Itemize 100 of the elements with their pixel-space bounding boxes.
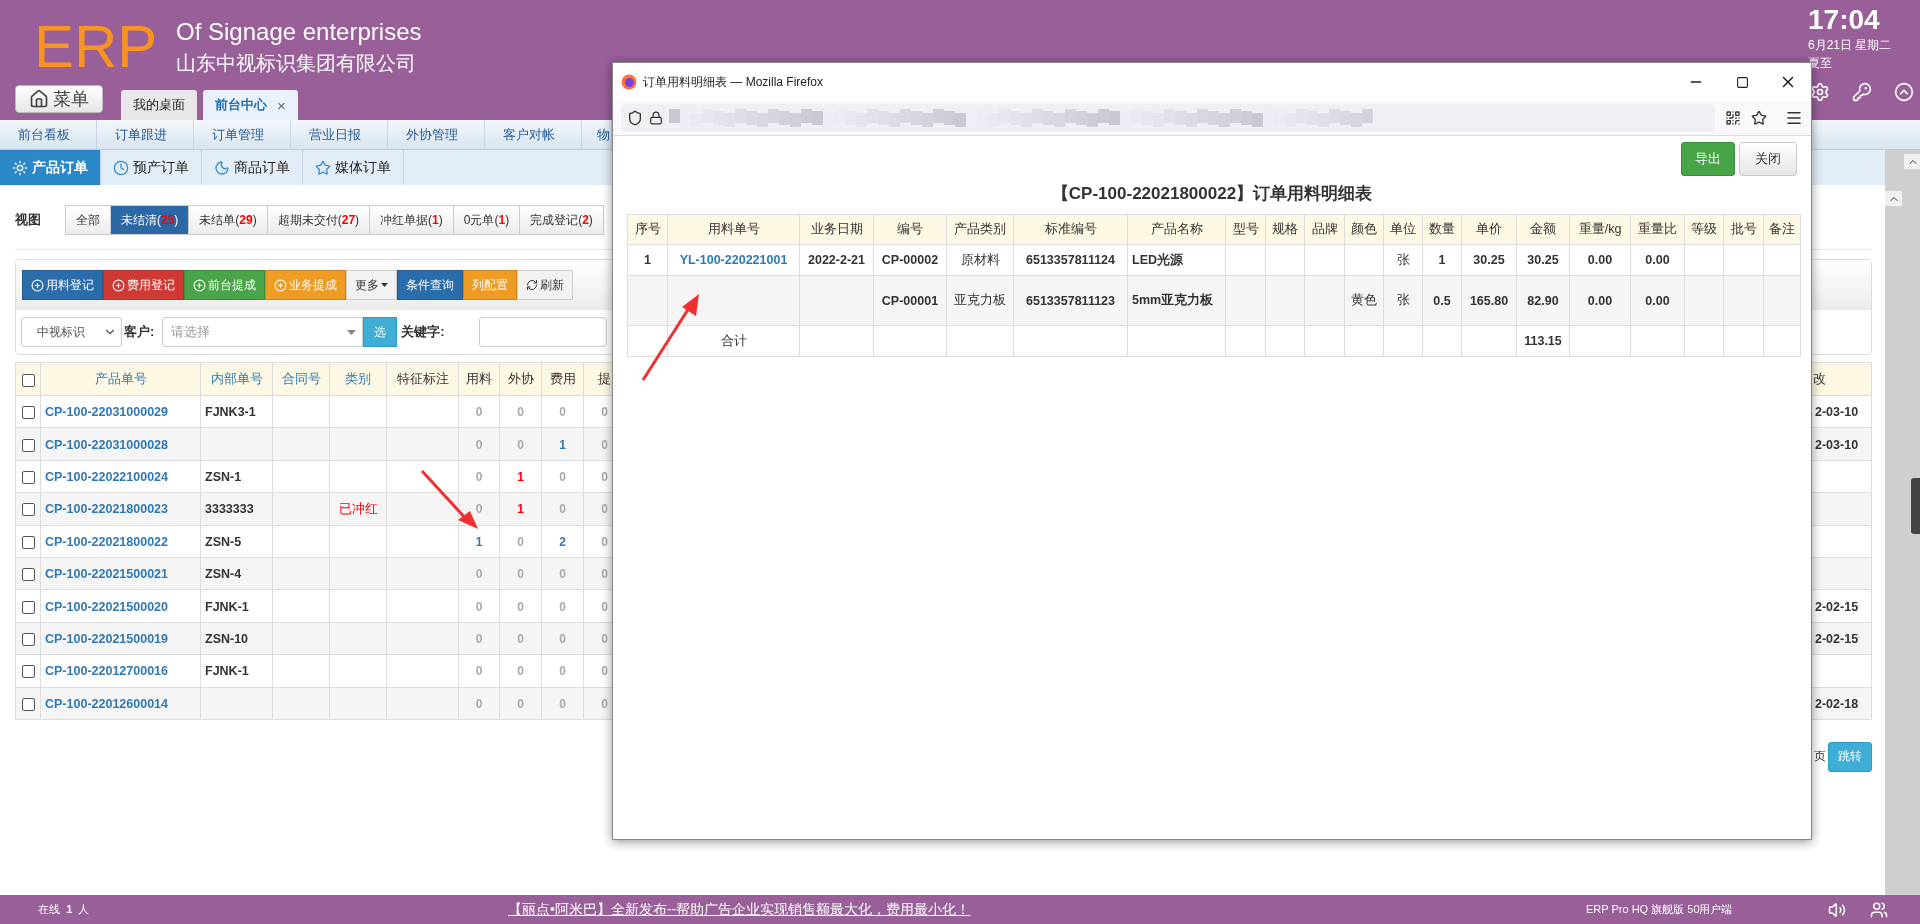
column-header: 产品类别 [946, 214, 1014, 245]
column-header: 标准编号 [1013, 214, 1128, 245]
report-heading: 【CP-100-22021800022】订单用料明细表 [1050, 183, 1374, 205]
order-tab[interactable]: 商品订单 [202, 150, 303, 185]
count-cell: 0 [475, 696, 483, 711]
count-cell: 0 [475, 437, 483, 452]
clock-time: 17:04 [1808, 4, 1881, 36]
toolbar-button[interactable]: 刷新 [517, 270, 573, 300]
bookmark-star-icon[interactable] [1751, 110, 1767, 126]
order-tab[interactable]: 预产订单 [101, 150, 202, 185]
checkbox[interactable] [21, 665, 35, 679]
checkbox[interactable] [21, 438, 35, 452]
count-cell: 0 [601, 664, 608, 679]
view-filter-button[interactable]: 未结清(25) [110, 205, 190, 235]
table-cell: FJNK-1 [205, 664, 249, 679]
column-header: 单价 [1461, 214, 1517, 245]
home-icon [29, 89, 49, 109]
view-filter-button[interactable]: 冲红单据(1) [369, 205, 454, 235]
table-cell: 2-02-18 [1815, 696, 1859, 711]
online-count: 在线 1 人 [38, 902, 91, 917]
checkbox[interactable] [21, 471, 35, 484]
company-select[interactable]: 中视标识 [21, 317, 122, 347]
toolbar-button[interactable]: 条件查询 [397, 270, 463, 300]
column-header: 批号 [1723, 214, 1764, 245]
checkbox[interactable] [21, 600, 35, 614]
toolbar-button[interactable]: 更多 [346, 270, 397, 300]
nav-item[interactable]: 订单管理 [194, 120, 291, 149]
table-cell: 165.80 [1469, 293, 1509, 308]
checkbox[interactable] [21, 373, 35, 387]
nav-item[interactable]: 订单跟进 [97, 120, 194, 149]
order-tab[interactable]: 媒体订单 [303, 150, 404, 185]
checkbox[interactable] [21, 697, 35, 711]
toolbar-button[interactable]: 前台提成 [184, 270, 265, 300]
users-icon[interactable] [1870, 900, 1888, 919]
nav-item[interactable]: 客户对帐 [485, 120, 582, 149]
count-cell: 0 [559, 567, 566, 582]
column-header: 特征标注 [386, 362, 459, 396]
count-cell: 0 [517, 696, 524, 711]
table-cell: 6513357811124 [1026, 253, 1115, 267]
address-field[interactable] [621, 104, 1715, 132]
plus-icon [274, 278, 287, 292]
checkbox[interactable] [21, 535, 35, 549]
table-cell: 2-02-15 [1815, 631, 1859, 646]
table-cell: 113.15 [1524, 334, 1562, 348]
toolbar-button[interactable]: 用料登记 [22, 270, 103, 300]
shield-icon [627, 110, 643, 126]
column-header: 类别 [329, 362, 387, 396]
nav-item[interactable]: 外协管理 [388, 120, 485, 149]
count-cell[interactable]: 2 [559, 534, 566, 549]
column-header: 费用 [541, 362, 584, 396]
customer-field[interactable]: 请选择 [162, 317, 364, 347]
toolbar-button[interactable]: 费用登记 [103, 270, 184, 300]
count-cell[interactable]: 1 [475, 534, 483, 549]
count-cell: 0 [601, 696, 608, 711]
logo: ERP [34, 12, 158, 81]
settings-icon[interactable] [1810, 82, 1830, 102]
count-cell: 1 [517, 502, 524, 517]
view-filter-button[interactable]: 0元单(1) [452, 205, 521, 235]
checkbox[interactable] [21, 568, 35, 582]
dialog-button[interactable]: 关闭 [1739, 142, 1797, 176]
chevron-up-icon[interactable] [1894, 82, 1914, 102]
view-filter-button[interactable]: 超期未交付(27) [266, 205, 371, 235]
scroll-up-button[interactable] [1904, 154, 1920, 169]
checkbox[interactable] [21, 406, 35, 420]
qr-code-icon[interactable] [1725, 110, 1741, 126]
order-tab[interactable]: 产品订单 [0, 150, 101, 185]
count-cell: 0 [517, 534, 524, 549]
speaker-icon[interactable] [1828, 900, 1846, 919]
count-cell: 0 [559, 405, 566, 420]
tab[interactable]: 我的桌面 [121, 90, 197, 120]
keyword-field[interactable] [478, 317, 607, 347]
column-header: 改 [1810, 362, 1872, 396]
count-cell: 0 [559, 469, 566, 484]
nav-item[interactable]: 前台看板 [0, 120, 97, 149]
caret-icon [381, 283, 388, 287]
count-cell: 0 [475, 567, 483, 582]
table-cell: ZSN-4 [205, 567, 242, 582]
table-cell: 30.25 [1473, 253, 1505, 267]
view-filter-button[interactable]: 完成登记(2) [519, 205, 604, 235]
menu-icon[interactable] [1785, 109, 1803, 127]
key-icon[interactable] [1852, 82, 1872, 102]
view-filter-button[interactable]: 未结单(29) [188, 205, 268, 235]
tab[interactable]: 前台中心 × [203, 90, 298, 120]
column-header: 品牌 [1304, 214, 1345, 245]
checkbox[interactable] [21, 503, 35, 517]
nav-item[interactable]: 营业日报 [291, 120, 388, 149]
close-icon[interactable]: × [277, 96, 286, 114]
column-header: 合同号 [272, 362, 330, 396]
table-cell: 30.25 [1527, 253, 1559, 267]
count-cell[interactable]: 1 [559, 437, 566, 452]
scroll-up-button[interactable] [1885, 191, 1902, 206]
column-header: 用料单号 [667, 214, 800, 245]
maximize-icon[interactable] [1735, 75, 1749, 89]
dialog-button[interactable]: 导出 [1681, 142, 1735, 176]
table-cell: 2-02-15 [1815, 599, 1859, 614]
table-cell: 亚克力板 [954, 293, 1006, 307]
view-filter-button[interactable]: 全部 [65, 205, 111, 235]
announcement-link[interactable]: 【丽点•阿米巴】全新发布--帮助广告企业实现销售额最大化，费用最小化！ [508, 900, 1586, 919]
checkbox[interactable] [21, 632, 35, 646]
menu-button[interactable]: 菜单 [15, 85, 103, 113]
